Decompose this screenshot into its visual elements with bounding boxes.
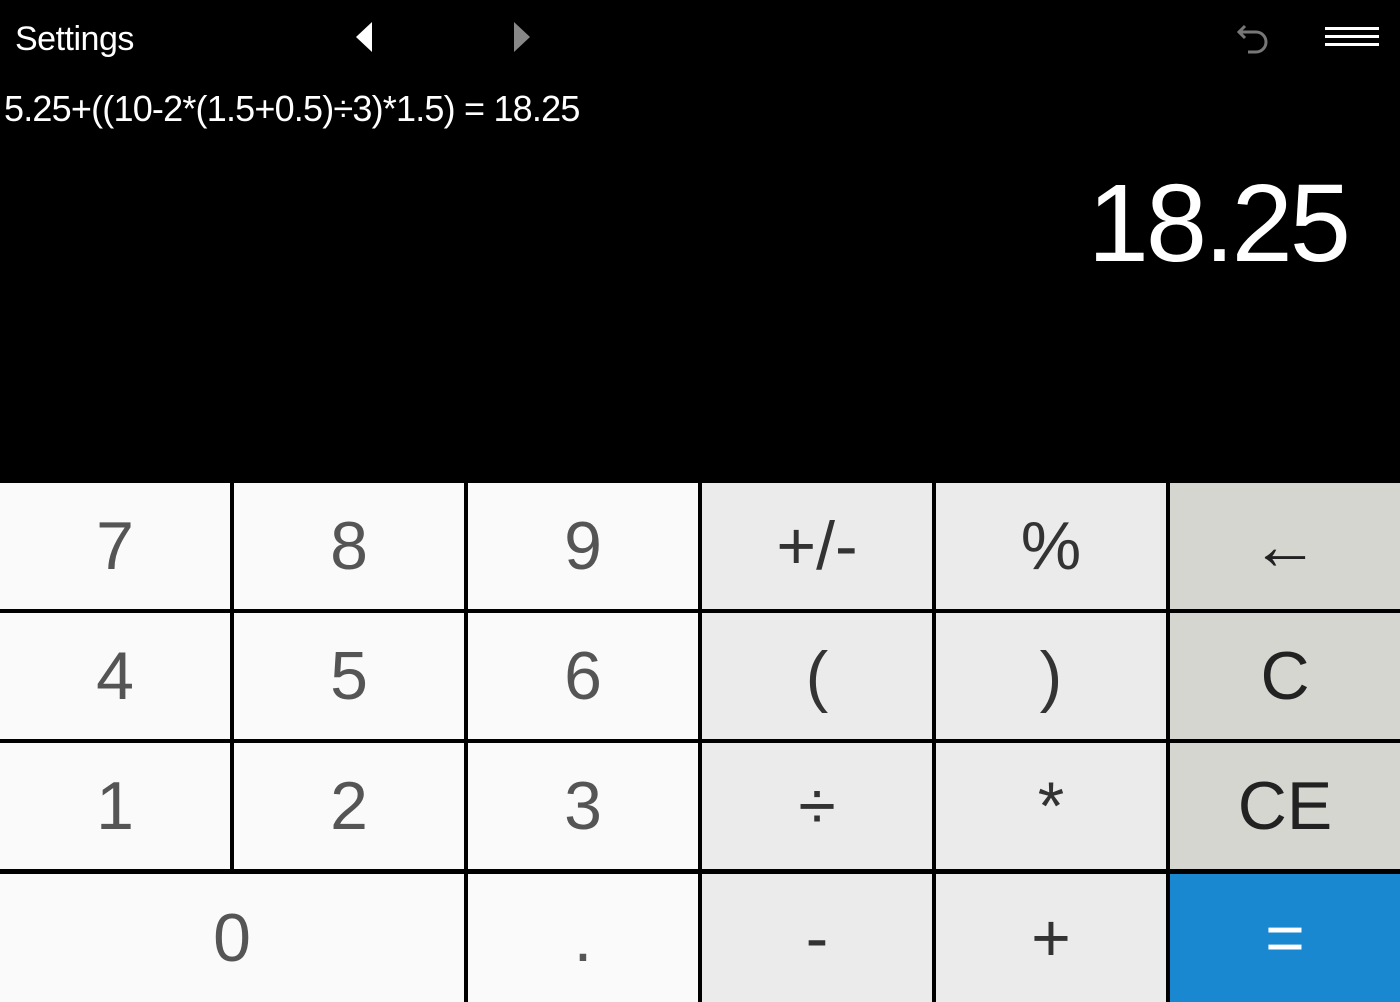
key-equals[interactable]: = <box>1170 874 1400 1002</box>
key-right-paren[interactable]: ) <box>936 613 1166 739</box>
undo-arrow-icon[interactable] <box>1234 22 1272 60</box>
key-label: 8 <box>330 508 368 584</box>
key-minus[interactable]: - <box>702 874 932 1002</box>
key-label: - <box>805 900 829 976</box>
key-2[interactable]: 2 <box>234 743 464 869</box>
key-plus[interactable]: + <box>936 874 1166 1002</box>
key-clear-entry[interactable]: CE <box>1170 743 1400 869</box>
key-label: 9 <box>564 508 602 584</box>
result-display: 18.25 <box>1087 162 1351 285</box>
keypad: 7 8 9 +/- % ← 4 5 6 ( ) C 1 2 3 ÷ * CE 0… <box>0 480 1400 1002</box>
triangle-left-icon[interactable] <box>356 22 372 52</box>
key-label: ÷ <box>798 768 836 844</box>
key-label: . <box>573 900 593 976</box>
key-label: C <box>1260 638 1310 714</box>
key-label: CE <box>1237 768 1333 844</box>
calculator-app: Settings 5.25+((10-2*(1.5+0.5)÷3)*1.5) =… <box>0 0 1400 1002</box>
key-multiply[interactable]: * <box>936 743 1166 869</box>
key-label: 0 <box>213 900 251 976</box>
expression-history: 5.25+((10-2*(1.5+0.5)÷3)*1.5) = 18.25 <box>4 88 580 129</box>
key-divide[interactable]: ÷ <box>702 743 932 869</box>
key-label: 2 <box>330 768 368 844</box>
key-percent[interactable]: % <box>936 483 1166 609</box>
key-5[interactable]: 5 <box>234 613 464 739</box>
key-9[interactable]: 9 <box>468 483 698 609</box>
key-label: 5 <box>330 638 368 714</box>
key-4[interactable]: 4 <box>0 613 230 739</box>
backspace-arrow-icon: ← <box>1251 508 1319 584</box>
key-7[interactable]: 7 <box>0 483 230 609</box>
settings-link[interactable]: Settings <box>15 20 134 59</box>
key-label: 7 <box>96 508 134 584</box>
key-label: = <box>1265 900 1305 976</box>
triangle-right-icon[interactable] <box>514 22 530 52</box>
key-3[interactable]: 3 <box>468 743 698 869</box>
hamburger-menu-icon[interactable] <box>1325 27 1379 47</box>
key-backspace[interactable]: ← <box>1170 483 1400 609</box>
key-label: +/- <box>776 508 858 584</box>
key-left-paren[interactable]: ( <box>702 613 932 739</box>
key-label: 1 <box>96 768 134 844</box>
key-label: % <box>1020 508 1082 584</box>
key-clear[interactable]: C <box>1170 613 1400 739</box>
key-label: * <box>1037 768 1065 844</box>
key-8[interactable]: 8 <box>234 483 464 609</box>
key-label: 3 <box>564 768 602 844</box>
key-0[interactable]: 0 <box>0 874 464 1002</box>
key-label: ( <box>805 638 829 714</box>
top-bar: Settings <box>0 0 1400 80</box>
key-label: 4 <box>96 638 134 714</box>
key-label: + <box>1031 900 1071 976</box>
key-label: ) <box>1039 638 1063 714</box>
key-plus-minus[interactable]: +/- <box>702 483 932 609</box>
key-decimal[interactable]: . <box>468 874 698 1002</box>
key-1[interactable]: 1 <box>0 743 230 869</box>
key-label: 6 <box>564 638 602 714</box>
key-6[interactable]: 6 <box>468 613 698 739</box>
